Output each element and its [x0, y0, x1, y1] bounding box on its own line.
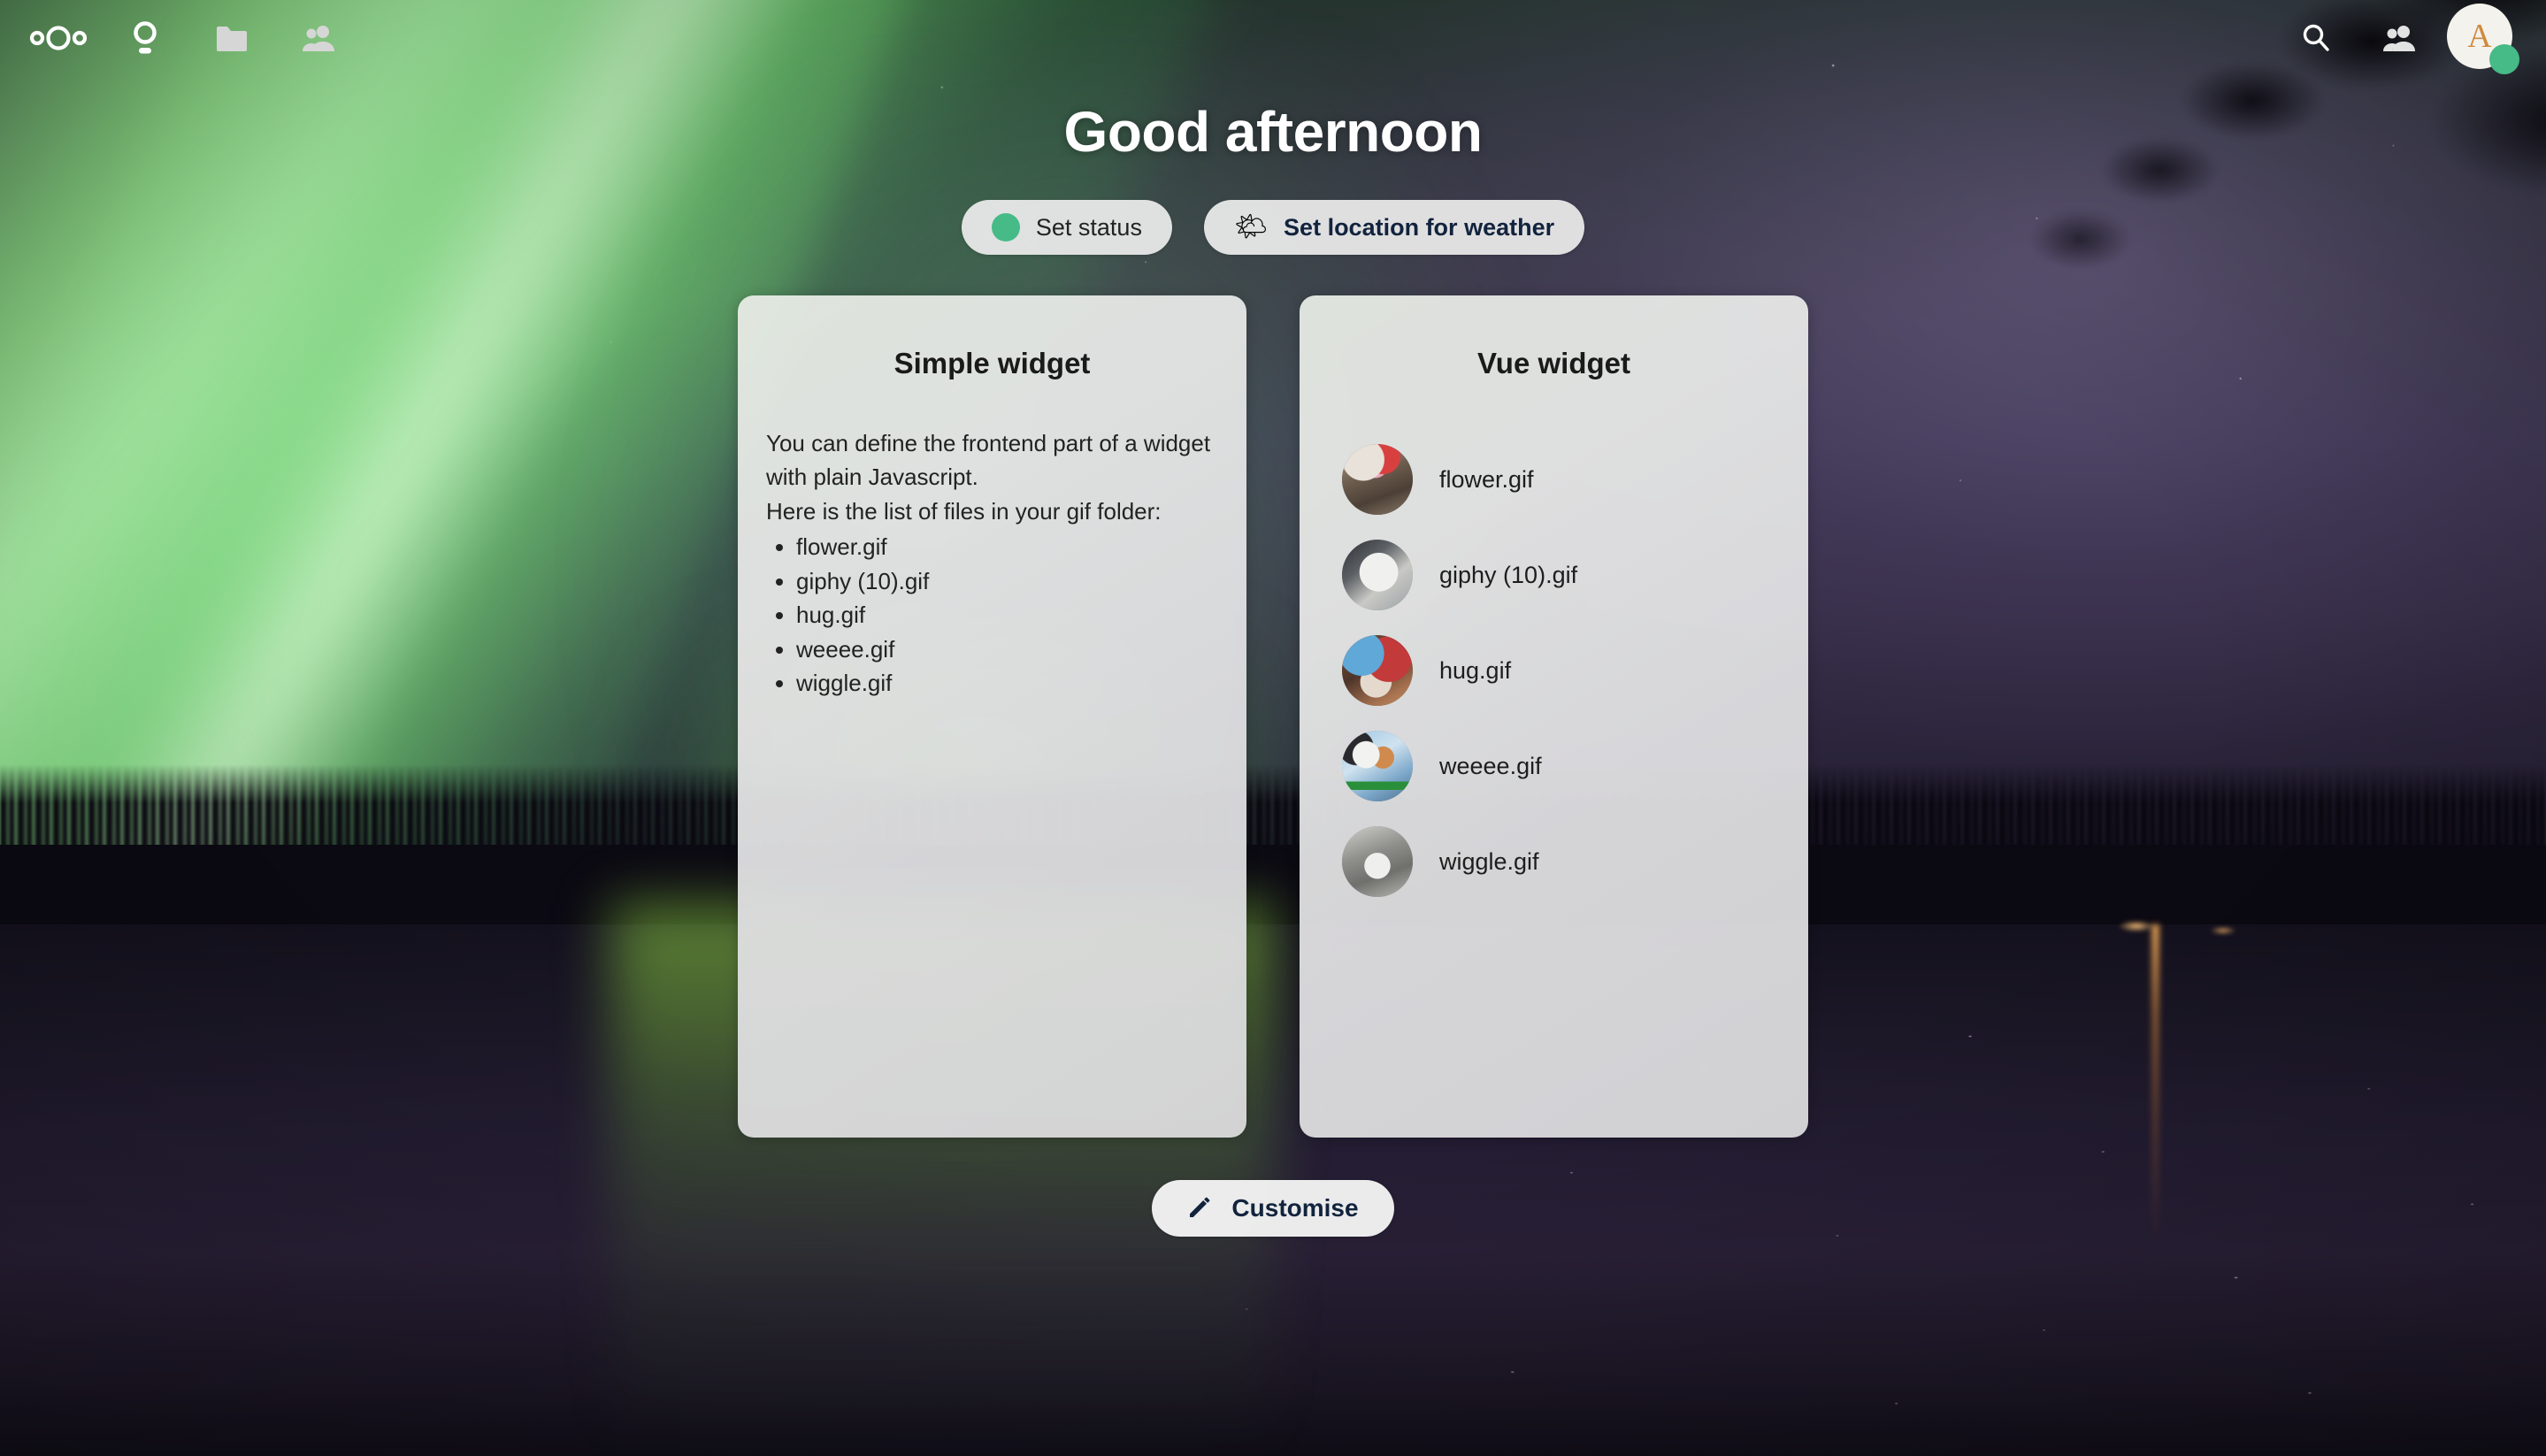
list-item: giphy (10).gif [796, 564, 1218, 598]
set-location-for-weather-label: Set location for weather [1284, 213, 1555, 241]
set-status-label: Set status [1035, 213, 1142, 241]
widget-simple-widget: Simple widget You can define the fronten… [738, 295, 1246, 1138]
thumbnail-giphy [1342, 540, 1413, 610]
widget-body: flower.gif giphy (10).gif hug.gif weeee.… [1300, 380, 1808, 909]
widget-vue-widget: Vue widget flower.gif giphy (10).gif hug… [1300, 295, 1808, 1138]
widget-title: Simple widget [893, 347, 1091, 379]
list-item-label: hug.gif [1439, 656, 1512, 684]
nav-left-group [18, 0, 359, 76]
avatar-status-dot [2489, 44, 2519, 74]
thumbnail-weeee [1342, 731, 1413, 801]
list-item[interactable]: wiggle.gif [1342, 814, 1780, 909]
set-status-button[interactable]: Set status [961, 200, 1172, 255]
file-list: flower.gif giphy (10).gif hug.gif weeee.… [766, 530, 1218, 700]
nav-item-dashboard[interactable] [104, 0, 186, 76]
list-item-label: flower.gif [1439, 465, 1534, 493]
sun-behind-cloud-icon: 🌤 [1233, 212, 1269, 241]
contacts-menu-icon[interactable] [2358, 0, 2440, 76]
widget-paragraph-2: Here is the list of files in your gif fo… [766, 497, 1162, 525]
thumbnail-wiggle [1342, 826, 1413, 897]
list-item-label: giphy (10).gif [1439, 561, 1578, 588]
list-item-label: wiggle.gif [1439, 847, 1539, 875]
set-location-for-weather-button[interactable]: 🌤 Set location for weather [1203, 200, 1585, 255]
nav-right-group: A [2275, 0, 2528, 76]
top-navigation-bar: A [0, 0, 2546, 76]
widget-paragraph-1: You can define the frontend part of a wi… [766, 430, 1211, 491]
nav-item-files[interactable] [191, 0, 272, 76]
widget-body: You can define the frontend part of a wi… [738, 380, 1246, 701]
customise-button[interactable]: Customise [1152, 1180, 1394, 1237]
list-item[interactable]: hug.gif [1342, 623, 1780, 718]
list-item: flower.gif [796, 530, 1218, 563]
search-icon[interactable] [2275, 0, 2357, 76]
list-item[interactable]: giphy (10).gif [1342, 527, 1780, 623]
list-item[interactable]: flower.gif [1342, 432, 1780, 527]
widget-grid: Simple widget You can define the fronten… [738, 295, 1808, 1138]
file-list: flower.gif giphy (10).gif hug.gif weeee.… [1328, 432, 1780, 909]
list-item[interactable]: weeee.gif [1342, 718, 1780, 814]
status-button-row: Set status 🌤 Set location for weather [961, 200, 1585, 255]
page-title: Good afternoon [1063, 100, 1483, 164]
list-item-label: weeee.gif [1439, 752, 1542, 779]
avatar[interactable]: A [2447, 4, 2519, 74]
widget-title: Vue widget [1477, 347, 1630, 379]
nav-item-contacts[interactable] [278, 0, 359, 76]
status-dot-icon [991, 213, 1020, 241]
nextcloud-logo[interactable] [18, 0, 99, 76]
pencil-icon [1187, 1193, 1214, 1224]
customise-label: Customise [1231, 1194, 1359, 1222]
list-item: wiggle.gif [796, 666, 1218, 700]
thumbnail-flower [1342, 444, 1413, 515]
dashboard-main: Good afternoon Set status 🌤 Set location… [0, 0, 2546, 1456]
thumbnail-hug [1342, 635, 1413, 706]
list-item: weeee.gif [796, 632, 1218, 666]
list-item: hug.gif [796, 598, 1218, 632]
